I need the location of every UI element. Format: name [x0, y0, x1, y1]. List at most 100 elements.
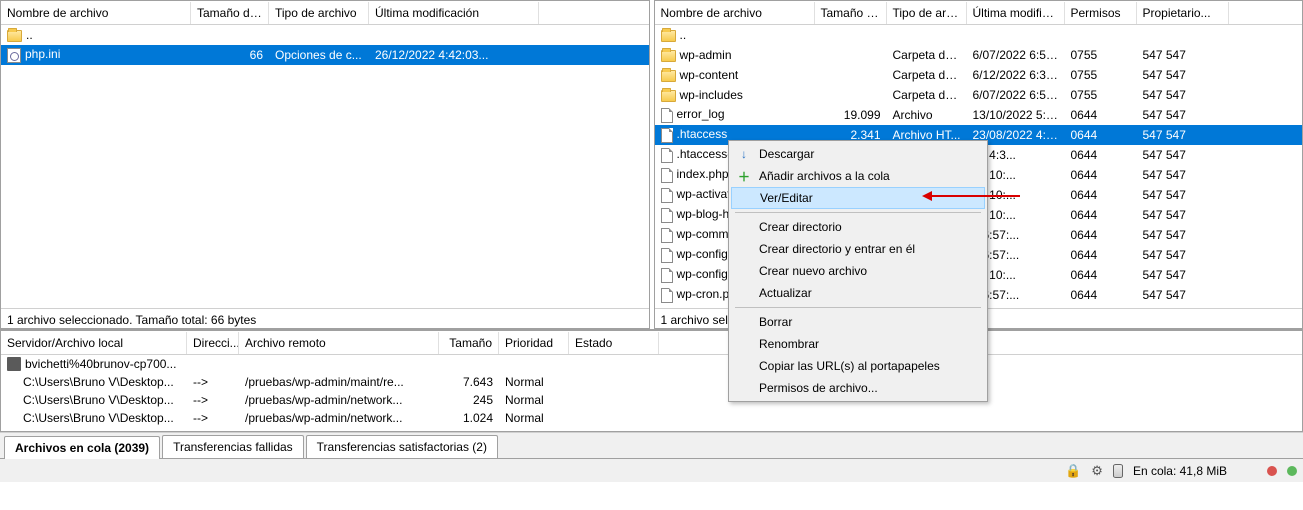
file-own: 547 547 [1137, 87, 1229, 103]
updir-label: .. [680, 28, 687, 42]
ctx-separator [735, 212, 981, 213]
q-state [569, 399, 659, 401]
ctx-refresh-label: Actualizar [759, 286, 812, 300]
queue-item-row[interactable]: C:\Users\Bruno V\Desktop...-->/pruebas/w… [1, 391, 1302, 409]
file-type: Carpeta de... [887, 67, 967, 83]
qcol-dir[interactable]: Direcci... [187, 332, 239, 354]
col-size[interactable]: Tamaño de... [191, 2, 269, 24]
file-type: Carpeta de... [887, 87, 967, 103]
file-perm: 0644 [1065, 147, 1137, 163]
download-icon [736, 147, 752, 161]
remote-columns[interactable]: Nombre de archivo Tamaño d... Tipo de ar… [655, 1, 1303, 25]
transfer-tabs: Archivos en cola (2039) Transferencias f… [0, 432, 1303, 458]
qcol-remote[interactable]: Archivo remoto [239, 332, 439, 354]
queue-columns[interactable]: Servidor/Archivo local Direcci... Archiv… [1, 331, 1302, 355]
remote-file-row[interactable]: wp-contentCarpeta de...6/12/2022 6:33:..… [655, 65, 1303, 85]
file-own: 547 547 [1137, 187, 1229, 203]
plus-icon [736, 168, 752, 185]
q-remote: /pruebas/wp-admin/network... [239, 410, 439, 426]
ctx-rename[interactable]: Renombrar [731, 333, 985, 355]
q-prio: Normal [499, 374, 569, 390]
local-file-pane: Nombre de archivo Tamaño de... Tipo de a… [0, 0, 650, 329]
file-mod: 13/10/2022 5:5... [967, 107, 1065, 123]
updir-row[interactable]: .. [1, 25, 649, 45]
file-name: wp-admin [680, 48, 732, 62]
file-mod: 6/07/2022 6:57:... [967, 87, 1065, 103]
rcol-perm[interactable]: Permisos [1065, 2, 1137, 24]
ctx-mkdirenter-label: Crear directorio y entrar en él [759, 242, 915, 256]
tab-queued[interactable]: Archivos en cola (2039) [4, 436, 160, 459]
file-icon [661, 288, 673, 303]
file-perm: 0644 [1065, 267, 1137, 283]
file-name: php.ini [25, 47, 60, 61]
queue-server-row[interactable]: bvichetti%40brunov-cp700... [1, 355, 1302, 373]
folder-icon [661, 70, 676, 82]
rcol-size[interactable]: Tamaño d... [815, 2, 887, 24]
ctx-add-queue[interactable]: Añadir archivos a la cola [731, 165, 985, 187]
q-size: 1.024 [439, 410, 499, 426]
rcol-mod[interactable]: Última modific... [967, 2, 1065, 24]
qcol-size[interactable]: Tamaño [439, 332, 499, 354]
q-dir: --> [187, 374, 239, 390]
ctx-delete-label: Borrar [759, 315, 792, 329]
file-perm: 0755 [1065, 47, 1137, 63]
qcol-state[interactable]: Estado [569, 332, 659, 354]
file-mod: 6/12/2022 6:33:... [967, 67, 1065, 83]
file-type: Carpeta de... [887, 47, 967, 63]
gear-icon[interactable] [1091, 463, 1103, 479]
col-name[interactable]: Nombre de archivo [1, 2, 191, 24]
rcol-name[interactable]: Nombre de archivo [655, 2, 815, 24]
ctx-download[interactable]: Descargar [731, 143, 985, 165]
queue-rows[interactable]: bvichetti%40brunov-cp700... C:\Users\Bru… [1, 355, 1302, 431]
ctx-delete[interactable]: Borrar [731, 311, 985, 333]
file-name: .htaccess [677, 127, 728, 141]
updir-label: .. [26, 28, 33, 42]
tab-ok[interactable]: Transferencias satisfactorias (2) [306, 435, 498, 458]
updir-row[interactable]: .. [655, 25, 1303, 45]
file-size: 66 [191, 47, 269, 63]
local-columns[interactable]: Nombre de archivo Tamaño de... Tipo de a… [1, 1, 649, 25]
remote-file-row[interactable]: error_log19.099Archivo13/10/2022 5:5...0… [655, 105, 1303, 125]
file-size: 19.099 [815, 107, 887, 123]
ctx-view-edit[interactable]: Ver/Editar [731, 187, 985, 209]
local-rows[interactable]: .. php.ini 66 Opciones de c... 26/12/202… [1, 25, 649, 308]
ctx-perms[interactable]: Permisos de archivo... [731, 377, 985, 399]
file-perm: 0644 [1065, 247, 1137, 263]
folder-icon [661, 30, 676, 42]
file-icon [661, 208, 673, 223]
file-icon [661, 248, 673, 263]
remote-file-row[interactable]: wp-adminCarpeta de...6/07/2022 6:57:...0… [655, 45, 1303, 65]
ctx-refresh[interactable]: Actualizar [731, 282, 985, 304]
file-perm: 0644 [1065, 287, 1137, 303]
ctx-mkdir-enter[interactable]: Crear directorio y entrar en él [731, 238, 985, 260]
q-dir: --> [187, 410, 239, 426]
file-own: 547 547 [1137, 267, 1229, 283]
ctx-mkdir[interactable]: Crear directorio [731, 216, 985, 238]
q-state [569, 381, 659, 383]
q-size: 7.643 [439, 374, 499, 390]
folder-icon [661, 90, 676, 102]
file-row[interactable]: php.ini 66 Opciones de c... 26/12/2022 4… [1, 45, 649, 65]
rcol-own[interactable]: Propietario... [1137, 2, 1229, 24]
qcol-local[interactable]: Servidor/Archivo local [1, 332, 187, 354]
ctx-newfile[interactable]: Crear nuevo archivo [731, 260, 985, 282]
col-type[interactable]: Tipo de archivo [269, 2, 369, 24]
queue-item-row[interactable]: C:\Users\Bruno V\Desktop...-->/pruebas/w… [1, 373, 1302, 391]
folder-icon [661, 50, 676, 62]
lock-icon[interactable] [1065, 463, 1081, 479]
file-size [815, 54, 887, 56]
remote-file-row[interactable]: wp-includesCarpeta de...6/07/2022 6:57:.… [655, 85, 1303, 105]
statusbar: En cola: 41,8 MiB [0, 458, 1303, 482]
file-own: 547 547 [1137, 227, 1229, 243]
rcol-type[interactable]: Tipo de arc... [887, 2, 967, 24]
file-icon [661, 268, 673, 283]
ctx-copyurl[interactable]: Copiar las URL(s) al portapapeles [731, 355, 985, 377]
q-prio: Normal [499, 392, 569, 408]
qcol-prio[interactable]: Prioridad [499, 332, 569, 354]
file-type: Archivo [887, 107, 967, 123]
queue-item-row[interactable]: C:\Users\Bruno V\Desktop...-->/pruebas/w… [1, 409, 1302, 427]
transfer-queue-panel: Servidor/Archivo local Direcci... Archiv… [0, 330, 1303, 432]
file-name: error_log [677, 107, 725, 121]
tab-failed[interactable]: Transferencias fallidas [162, 435, 304, 458]
col-modified[interactable]: Última modificación [369, 2, 539, 24]
